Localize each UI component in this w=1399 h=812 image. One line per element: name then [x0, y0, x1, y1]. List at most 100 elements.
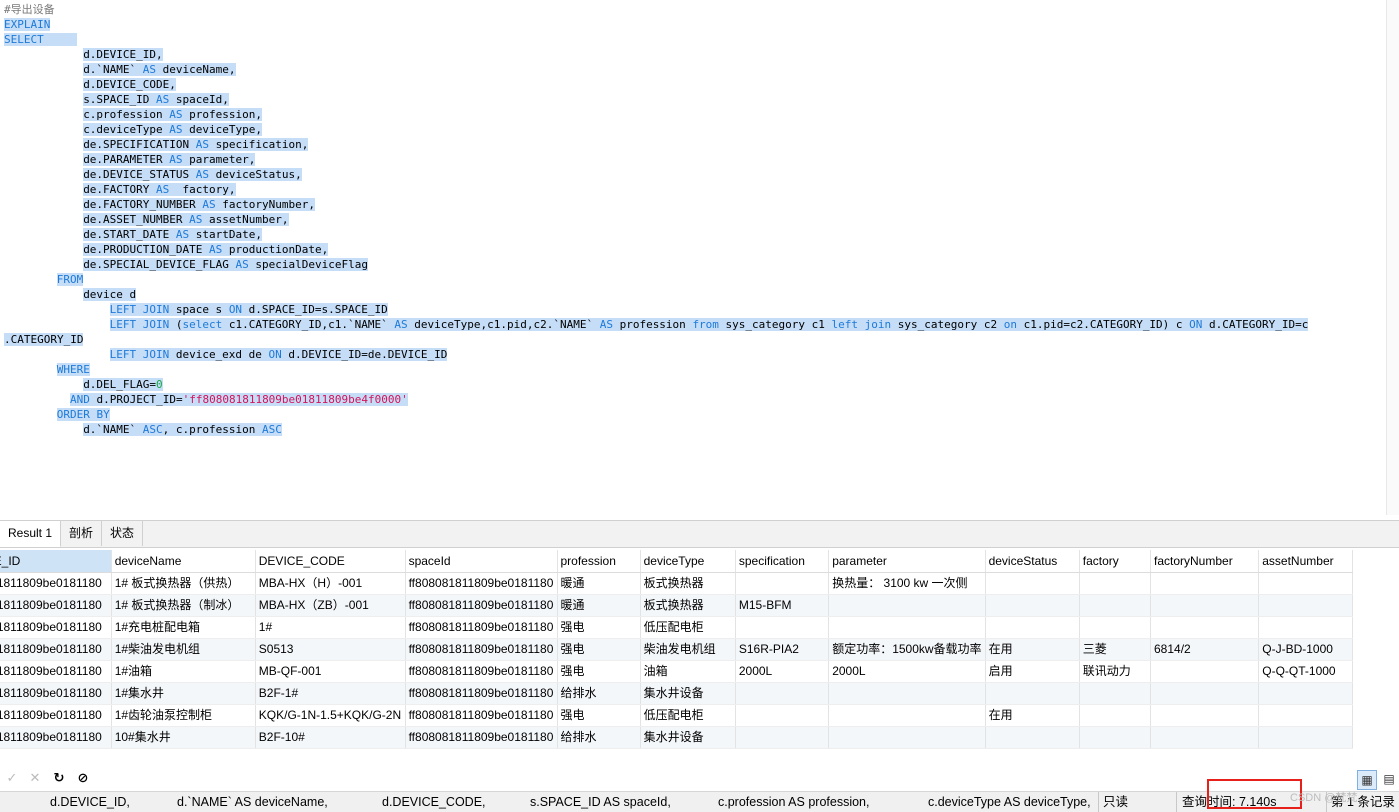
table-cell[interactable] — [1258, 572, 1353, 595]
table-cell[interactable] — [828, 616, 986, 639]
table-cell[interactable] — [1079, 572, 1152, 595]
table-cell[interactable]: M15-BFM — [735, 594, 830, 617]
table-row[interactable]: ff808081811809be01811801#齿轮油泵控制柜KQK/G-1N… — [0, 704, 1353, 727]
table-cell[interactable]: 强电 — [557, 660, 641, 683]
table-cell[interactable]: 给排水 — [557, 682, 641, 705]
table-cell[interactable]: 强电 — [557, 704, 641, 727]
table-cell[interactable]: 1#柴油发电机组 — [111, 638, 256, 661]
table-cell[interactable] — [1150, 572, 1260, 595]
table-cell[interactable]: 换热量： 3100 kw 一次侧 — [828, 572, 986, 595]
table-cell[interactable] — [828, 726, 986, 749]
table-cell[interactable]: ff808081811809be0181180 — [0, 616, 112, 639]
table-cell[interactable]: ff808081811809be0181180 — [0, 726, 112, 749]
table-cell[interactable]: 集水井设备 — [640, 726, 736, 749]
table-cell[interactable]: 低压配电柜 — [640, 704, 736, 727]
table-cell[interactable]: 集水井设备 — [640, 682, 736, 705]
table-cell[interactable] — [1150, 660, 1260, 683]
result-grid[interactable]: DEVICE_IDdeviceNameDEVICE_CODEspaceIdpro… — [0, 550, 1399, 750]
column-header[interactable]: profession — [557, 550, 641, 573]
table-cell[interactable]: S16R-PIA2 — [735, 638, 830, 661]
table-cell[interactable]: 低压配电柜 — [640, 616, 736, 639]
table-cell[interactable]: Q-Q-QT-1000 — [1258, 660, 1353, 683]
table-cell[interactable] — [735, 682, 830, 705]
tab-result-1[interactable]: Result 1 — [0, 521, 62, 547]
column-header[interactable]: specification — [735, 550, 830, 573]
tab-profile[interactable]: 剖析 — [61, 521, 103, 546]
table-cell[interactable]: 1#充电桩配电箱 — [111, 616, 256, 639]
table-cell[interactable] — [1079, 594, 1152, 617]
apply-check-icon[interactable]: ✓ — [4, 771, 20, 787]
table-cell[interactable]: ff808081811809be0181180 — [0, 638, 112, 661]
table-cell[interactable]: 暖通 — [557, 572, 641, 595]
table-cell[interactable]: 三菱 — [1079, 638, 1152, 661]
column-header[interactable]: deviceType — [640, 550, 736, 573]
table-cell[interactable] — [1258, 704, 1353, 727]
table-cell[interactable]: ff808081811809be0181180 — [0, 572, 112, 595]
table-cell[interactable]: ff808081811809be0181180 — [405, 572, 558, 595]
grid-view-icon[interactable]: ▦ — [1357, 770, 1377, 790]
column-header[interactable]: DEVICE_CODE — [255, 550, 406, 573]
stop-icon[interactable]: ⊘ — [75, 771, 91, 787]
table-cell[interactable]: ff808081811809be0181180 — [0, 660, 112, 683]
table-cell[interactable] — [985, 594, 1080, 617]
table-cell[interactable] — [735, 616, 830, 639]
table-cell[interactable] — [1150, 682, 1260, 705]
table-cell[interactable] — [1150, 726, 1260, 749]
refresh-icon[interactable]: ↻ — [51, 771, 67, 787]
table-cell[interactable] — [1258, 594, 1353, 617]
table-cell[interactable]: 板式换热器 — [640, 572, 736, 595]
table-cell[interactable] — [1150, 616, 1260, 639]
table-cell[interactable]: 启用 — [985, 660, 1080, 683]
table-cell[interactable]: 10#集水井 — [111, 726, 256, 749]
table-cell[interactable] — [735, 704, 830, 727]
table-cell[interactable] — [985, 616, 1080, 639]
table-cell[interactable] — [735, 572, 830, 595]
column-header[interactable]: factoryNumber — [1150, 550, 1260, 573]
table-cell[interactable]: ff808081811809be0181180 — [405, 704, 558, 727]
table-cell[interactable]: B2F-1# — [255, 682, 406, 705]
table-cell[interactable]: 2000L — [735, 660, 830, 683]
table-cell[interactable]: ff808081811809be0181180 — [405, 726, 558, 749]
table-cell[interactable] — [1079, 616, 1152, 639]
table-cell[interactable]: ff808081811809be0181180 — [0, 682, 112, 705]
table-row[interactable]: ff808081811809be01811801#充电桩配电箱1#ff80808… — [0, 616, 1353, 639]
table-cell[interactable]: B2F-10# — [255, 726, 406, 749]
form-view-icon[interactable]: ▤ — [1381, 771, 1397, 787]
table-cell[interactable] — [828, 704, 986, 727]
table-cell[interactable] — [985, 682, 1080, 705]
column-header[interactable]: factory — [1079, 550, 1152, 573]
table-cell[interactable]: 6814/2 — [1150, 638, 1260, 661]
table-cell[interactable] — [1079, 726, 1152, 749]
table-cell[interactable]: 强电 — [557, 616, 641, 639]
column-header[interactable]: spaceId — [405, 550, 558, 573]
table-row[interactable]: ff808081811809be01811801#柴油发电机组S0513ff80… — [0, 638, 1353, 661]
table-cell[interactable]: 在用 — [985, 704, 1080, 727]
table-cell[interactable]: 柴油发电机组 — [640, 638, 736, 661]
table-cell[interactable]: ff808081811809be0181180 — [405, 616, 558, 639]
table-cell[interactable]: KQK/G-1N-1.5+KQK/G-2N — [255, 704, 406, 727]
table-cell[interactable]: 给排水 — [557, 726, 641, 749]
table-cell[interactable]: MB-QF-001 — [255, 660, 406, 683]
table-cell[interactable]: 1# — [255, 616, 406, 639]
table-cell[interactable] — [1079, 704, 1152, 727]
table-cell[interactable] — [1258, 682, 1353, 705]
table-cell[interactable] — [985, 572, 1080, 595]
table-cell[interactable]: 1#油箱 — [111, 660, 256, 683]
table-cell[interactable]: 在用 — [985, 638, 1080, 661]
table-row[interactable]: ff808081811809be01811801# 板式换热器（供热）MBA-H… — [0, 572, 1353, 595]
table-cell[interactable] — [1150, 594, 1260, 617]
sql-editor[interactable]: #导出设备 EXPLAIN SELECT d.DEVICE_ID, d.`NAME` … — [0, 0, 1399, 515]
table-cell[interactable]: 2000L — [828, 660, 986, 683]
table-cell[interactable] — [1258, 726, 1353, 749]
table-cell[interactable]: Q-J-BD-1000 — [1258, 638, 1353, 661]
table-cell[interactable]: 板式换热器 — [640, 594, 736, 617]
table-cell[interactable] — [985, 726, 1080, 749]
editor-scrollbar[interactable] — [1386, 0, 1399, 515]
table-cell[interactable] — [1079, 682, 1152, 705]
table-cell[interactable] — [1150, 704, 1260, 727]
table-cell[interactable]: 暖通 — [557, 594, 641, 617]
table-cell[interactable]: ff808081811809be0181180 — [405, 660, 558, 683]
table-cell[interactable]: S0513 — [255, 638, 406, 661]
column-header[interactable]: deviceName — [111, 550, 256, 573]
sql-code[interactable]: #导出设备 EXPLAIN SELECT d.DEVICE_ID, d.`NAME` … — [0, 0, 1399, 437]
